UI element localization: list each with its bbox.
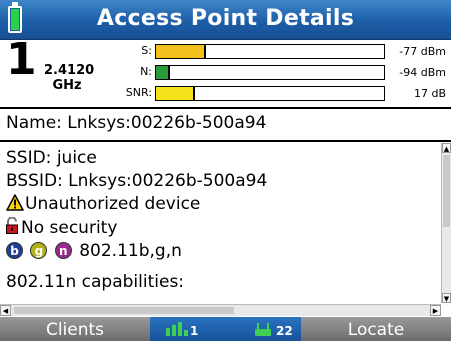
clients-button[interactable]: Clients bbox=[0, 317, 150, 341]
access-point-icon bbox=[255, 323, 271, 336]
warning-icon bbox=[6, 194, 24, 211]
meter-signal: S: -77 dBm bbox=[0, 42, 451, 59]
scroll-down-icon[interactable]: ▼ bbox=[442, 293, 451, 303]
divider bbox=[0, 107, 451, 109]
standards-text: 802.11b,g,n bbox=[79, 241, 182, 261]
meter-value: -94 dBm bbox=[399, 66, 446, 79]
ssid-line: SSID: juice bbox=[6, 148, 97, 168]
vertical-scrollbar[interactable]: ▲ ▼ bbox=[441, 143, 451, 303]
meter-label: S: bbox=[141, 44, 152, 57]
meter-track bbox=[155, 44, 385, 59]
unlocked-icon bbox=[6, 217, 18, 234]
bars-count: 1 bbox=[190, 324, 199, 338]
security-line: No security bbox=[6, 217, 117, 239]
scroll-thumb[interactable] bbox=[443, 155, 450, 227]
details-panel[interactable]: SSID: juice BSSID: Lnksys:00226b-500a94 … bbox=[0, 143, 440, 303]
scroll-left-icon[interactable]: ◀ bbox=[0, 305, 11, 316]
meter-track bbox=[155, 65, 385, 80]
ap-count: 22 bbox=[276, 324, 293, 338]
meter-label: SNR: bbox=[125, 86, 152, 99]
ap-name: Name: Lnksys:00226b-500a94 bbox=[6, 113, 267, 133]
meter-track bbox=[155, 86, 385, 101]
meter-fill bbox=[156, 45, 206, 58]
title-bar: Access Point Details bbox=[0, 0, 451, 40]
meter-fill bbox=[156, 66, 170, 79]
page-title: Access Point Details bbox=[96, 6, 355, 31]
status-softkey[interactable]: 1 22 bbox=[150, 317, 301, 341]
badge-g-icon: g bbox=[30, 242, 48, 259]
meter-value: 17 dB bbox=[413, 87, 446, 100]
horizontal-scrollbar[interactable]: ◀ ▶ bbox=[0, 304, 441, 316]
meter-noise: N: -94 dBm bbox=[0, 63, 451, 80]
warning-text: Unauthorized device bbox=[25, 194, 201, 214]
meter-fill bbox=[156, 87, 195, 100]
meter-label: N: bbox=[140, 65, 152, 78]
security-text: No security bbox=[21, 218, 118, 238]
meter-value: -77 dBm bbox=[399, 45, 446, 58]
bssid-line: BSSID: Lnksys:00226b-500a94 bbox=[6, 171, 268, 191]
locate-button[interactable]: Locate bbox=[301, 317, 451, 341]
meter-snr: SNR: 17 dB bbox=[0, 84, 451, 101]
warning-line: Unauthorized device bbox=[6, 193, 200, 215]
divider bbox=[0, 140, 451, 142]
standards-line: b g n 802.11b,g,n bbox=[6, 240, 182, 262]
capabilities-line: 802.11n capabilities: bbox=[6, 272, 185, 292]
bars-icon bbox=[166, 322, 188, 336]
badge-n-icon: n bbox=[54, 242, 72, 259]
scroll-up-icon[interactable]: ▲ bbox=[442, 143, 451, 153]
scroll-right-icon[interactable]: ▶ bbox=[430, 305, 441, 316]
badge-b-icon: b bbox=[6, 242, 23, 259]
scroll-thumb[interactable] bbox=[14, 307, 234, 314]
softkey-bar: Clients 1 22 Locate bbox=[0, 317, 451, 341]
